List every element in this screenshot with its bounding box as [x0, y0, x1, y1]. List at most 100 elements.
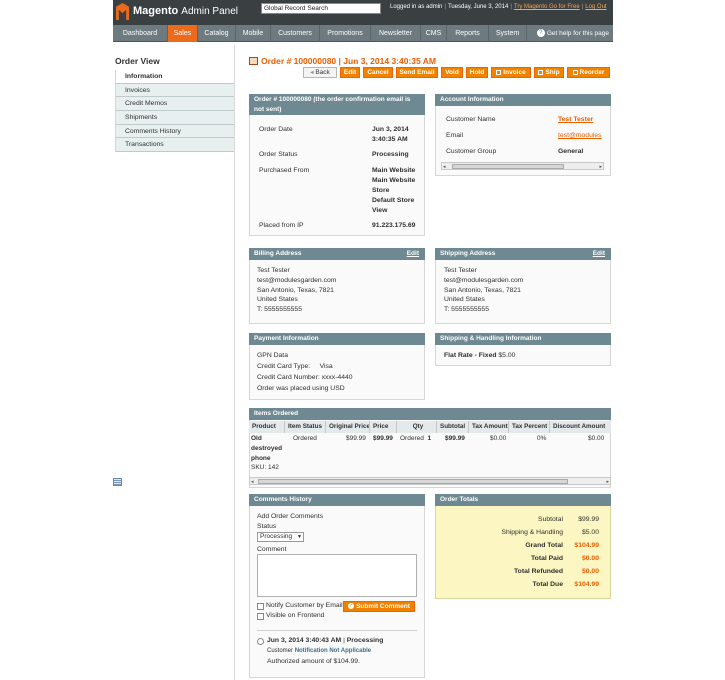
send-email-button[interactable]: Send Email	[396, 67, 438, 78]
total-paid-value: $0.00	[581, 555, 599, 562]
order-date-label: Order Date	[259, 126, 293, 133]
col-tax-amount: Tax Amount	[469, 421, 509, 433]
purchased-from-label: Purchased From	[259, 167, 310, 174]
account-panel-head: Account Information	[435, 94, 611, 106]
total-due-value: $104.99	[574, 581, 599, 588]
back-button[interactable]: ◂ Back	[303, 67, 337, 78]
admin-header: Magento Admin Panel Global Record Search…	[113, 0, 613, 25]
sidebar-title: Order View	[115, 56, 160, 66]
billing-edit-link[interactable]: Edit	[407, 248, 419, 260]
col-item-status: Item Status	[285, 421, 326, 433]
items-panel-head: Items Ordered	[249, 408, 611, 420]
magento-logo-icon	[116, 3, 129, 20]
nav-reports[interactable]: Reports	[447, 25, 489, 42]
reorder-icon	[572, 69, 578, 75]
ship-button[interactable]: Ship	[534, 67, 564, 78]
tab-invoices[interactable]: Invoices	[115, 83, 234, 98]
shipping-edit-link[interactable]: Edit	[593, 248, 605, 260]
nav-customers[interactable]: Customers	[271, 25, 320, 42]
item-discount: $0.00	[588, 435, 605, 442]
subtotal-label: Subtotal	[538, 516, 563, 523]
submit-comment-button[interactable]: ✓ Submit Comment	[343, 601, 415, 612]
items-scroll-thumb[interactable]	[258, 479, 568, 484]
global-search-input[interactable]: Global Record Search	[261, 3, 381, 14]
tab-comments-history[interactable]: Comments History	[115, 124, 234, 139]
sidebar-divider	[234, 45, 235, 680]
chevron-down-icon: ▼	[297, 534, 302, 540]
col-discount: Discount Amount	[550, 421, 611, 433]
help-link[interactable]: ? Get help for this page	[536, 25, 609, 42]
tab-shipments[interactable]: Shipments	[115, 111, 234, 125]
totals-panel-head: Order Totals	[435, 494, 611, 506]
account-scroll-thumb[interactable]	[452, 164, 564, 169]
shipping-method-text: Flat Rate - Fixed $5.00	[444, 352, 516, 359]
invoice-button[interactable]: Invoice	[491, 67, 531, 78]
nav-newsletter[interactable]: Newsletter	[371, 25, 421, 42]
edit-button[interactable]: Edit	[340, 67, 360, 78]
sidebar-toggle-icon[interactable]	[113, 478, 122, 486]
comments-divider	[257, 630, 417, 631]
nav-system[interactable]: System	[489, 25, 527, 42]
order-status-label: Order Status	[259, 151, 298, 158]
notify-checkbox[interactable]	[257, 603, 264, 610]
payment-panel-head: Payment Information	[249, 333, 425, 345]
billing-panel-head: Billing Address Edit	[249, 248, 425, 260]
card-number: Credit Card Number: xxxx-4440	[257, 374, 353, 381]
hold-button[interactable]: Hold	[466, 67, 488, 78]
card-type: Credit Card Type: Visa	[257, 363, 333, 370]
logged-in-text: Logged in as admin	[390, 4, 443, 10]
logo-text[interactable]: Magento Admin Panel	[133, 5, 238, 17]
item-sku: SKU: 142	[251, 464, 279, 471]
item-status: Ordered	[293, 435, 317, 442]
help-icon: ?	[536, 29, 545, 38]
cancel-button[interactable]: Cancel	[363, 67, 393, 78]
tab-credit-memos[interactable]: Credit Memos	[115, 97, 234, 112]
comment-entry-header: Jun 3, 2014 3:40:43 AM | Processing	[267, 637, 384, 644]
item-product-name: Old destroyed phone	[251, 435, 283, 462]
logout-link[interactable]: Log Out	[585, 4, 606, 10]
col-subtotal: Subtotal	[437, 421, 469, 433]
total-refunded-value: $0.00	[581, 568, 599, 575]
total-paid-label: Total Paid	[531, 555, 563, 562]
item-subtotal: $99.99	[445, 435, 465, 442]
nav-sales[interactable]: Sales	[168, 25, 198, 42]
total-due-label: Total Due	[532, 581, 563, 588]
visible-checkbox[interactable]	[257, 613, 264, 620]
nav-mobile[interactable]: Mobile	[236, 25, 271, 42]
tab-information[interactable]: Information	[115, 70, 234, 84]
reorder-button[interactable]: Reorder	[567, 67, 610, 78]
payment-currency: Order was placed using USD	[257, 385, 345, 392]
email-link[interactable]: test@modules	[558, 131, 602, 141]
order-head-line1: Order # 100000080 (the order confirmatio…	[254, 96, 411, 103]
status-label: Status	[257, 523, 277, 530]
void-button[interactable]: Void	[441, 67, 463, 78]
shipping-address-text: Test Tester test@modulesgarden.com San Ant…	[444, 267, 524, 314]
account-scrollbar[interactable]: ◂ ▸	[441, 162, 604, 170]
grand-total-value: $104.99	[574, 542, 599, 549]
comment-textarea[interactable]	[257, 554, 417, 597]
try-magento-link[interactable]: Try Magento Go for Free	[514, 4, 580, 10]
main-nav: Dashboard Sales Catalog Mobile Customers…	[113, 25, 613, 42]
tab-transactions[interactable]: Transactions	[115, 138, 234, 153]
nav-catalog[interactable]: Catalog	[198, 25, 236, 42]
order-status-value: Processing	[372, 151, 409, 158]
comment-entry-icon	[257, 638, 264, 645]
items-scrollbar[interactable]: ◂ ▸	[249, 477, 611, 485]
comment-entry-text: Authorized amount of $104.99.	[267, 658, 360, 665]
col-price: Price	[370, 421, 397, 433]
purchased-from-value: Main Website Main Website Store Default Sto…	[372, 167, 416, 214]
customer-name-link[interactable]: Test Tester	[558, 115, 593, 125]
nav-dashboard[interactable]: Dashboard	[113, 25, 168, 42]
add-comment-label: Add Order Comments	[257, 513, 324, 520]
nav-cms[interactable]: CMS	[421, 25, 447, 42]
order-date-value: Jun 3, 2014 3:40:35 AM	[372, 126, 409, 143]
order-panel-head: Order # 100000080 (the order confirmatio…	[249, 94, 425, 115]
submit-icon: ✓	[348, 603, 355, 610]
status-select[interactable]: Processing ▼	[257, 532, 304, 542]
total-refunded-label: Total Refunded	[514, 568, 563, 575]
shipping-address-panel-head: Shipping Address Edit	[435, 248, 611, 260]
nav-promotions[interactable]: Promotions	[320, 25, 371, 42]
comment-entry-notification: Customer Notification Not Applicable	[267, 648, 372, 654]
shipping-label: Shipping & Handling	[501, 529, 563, 536]
grand-total-label: Grand Total	[525, 542, 563, 549]
